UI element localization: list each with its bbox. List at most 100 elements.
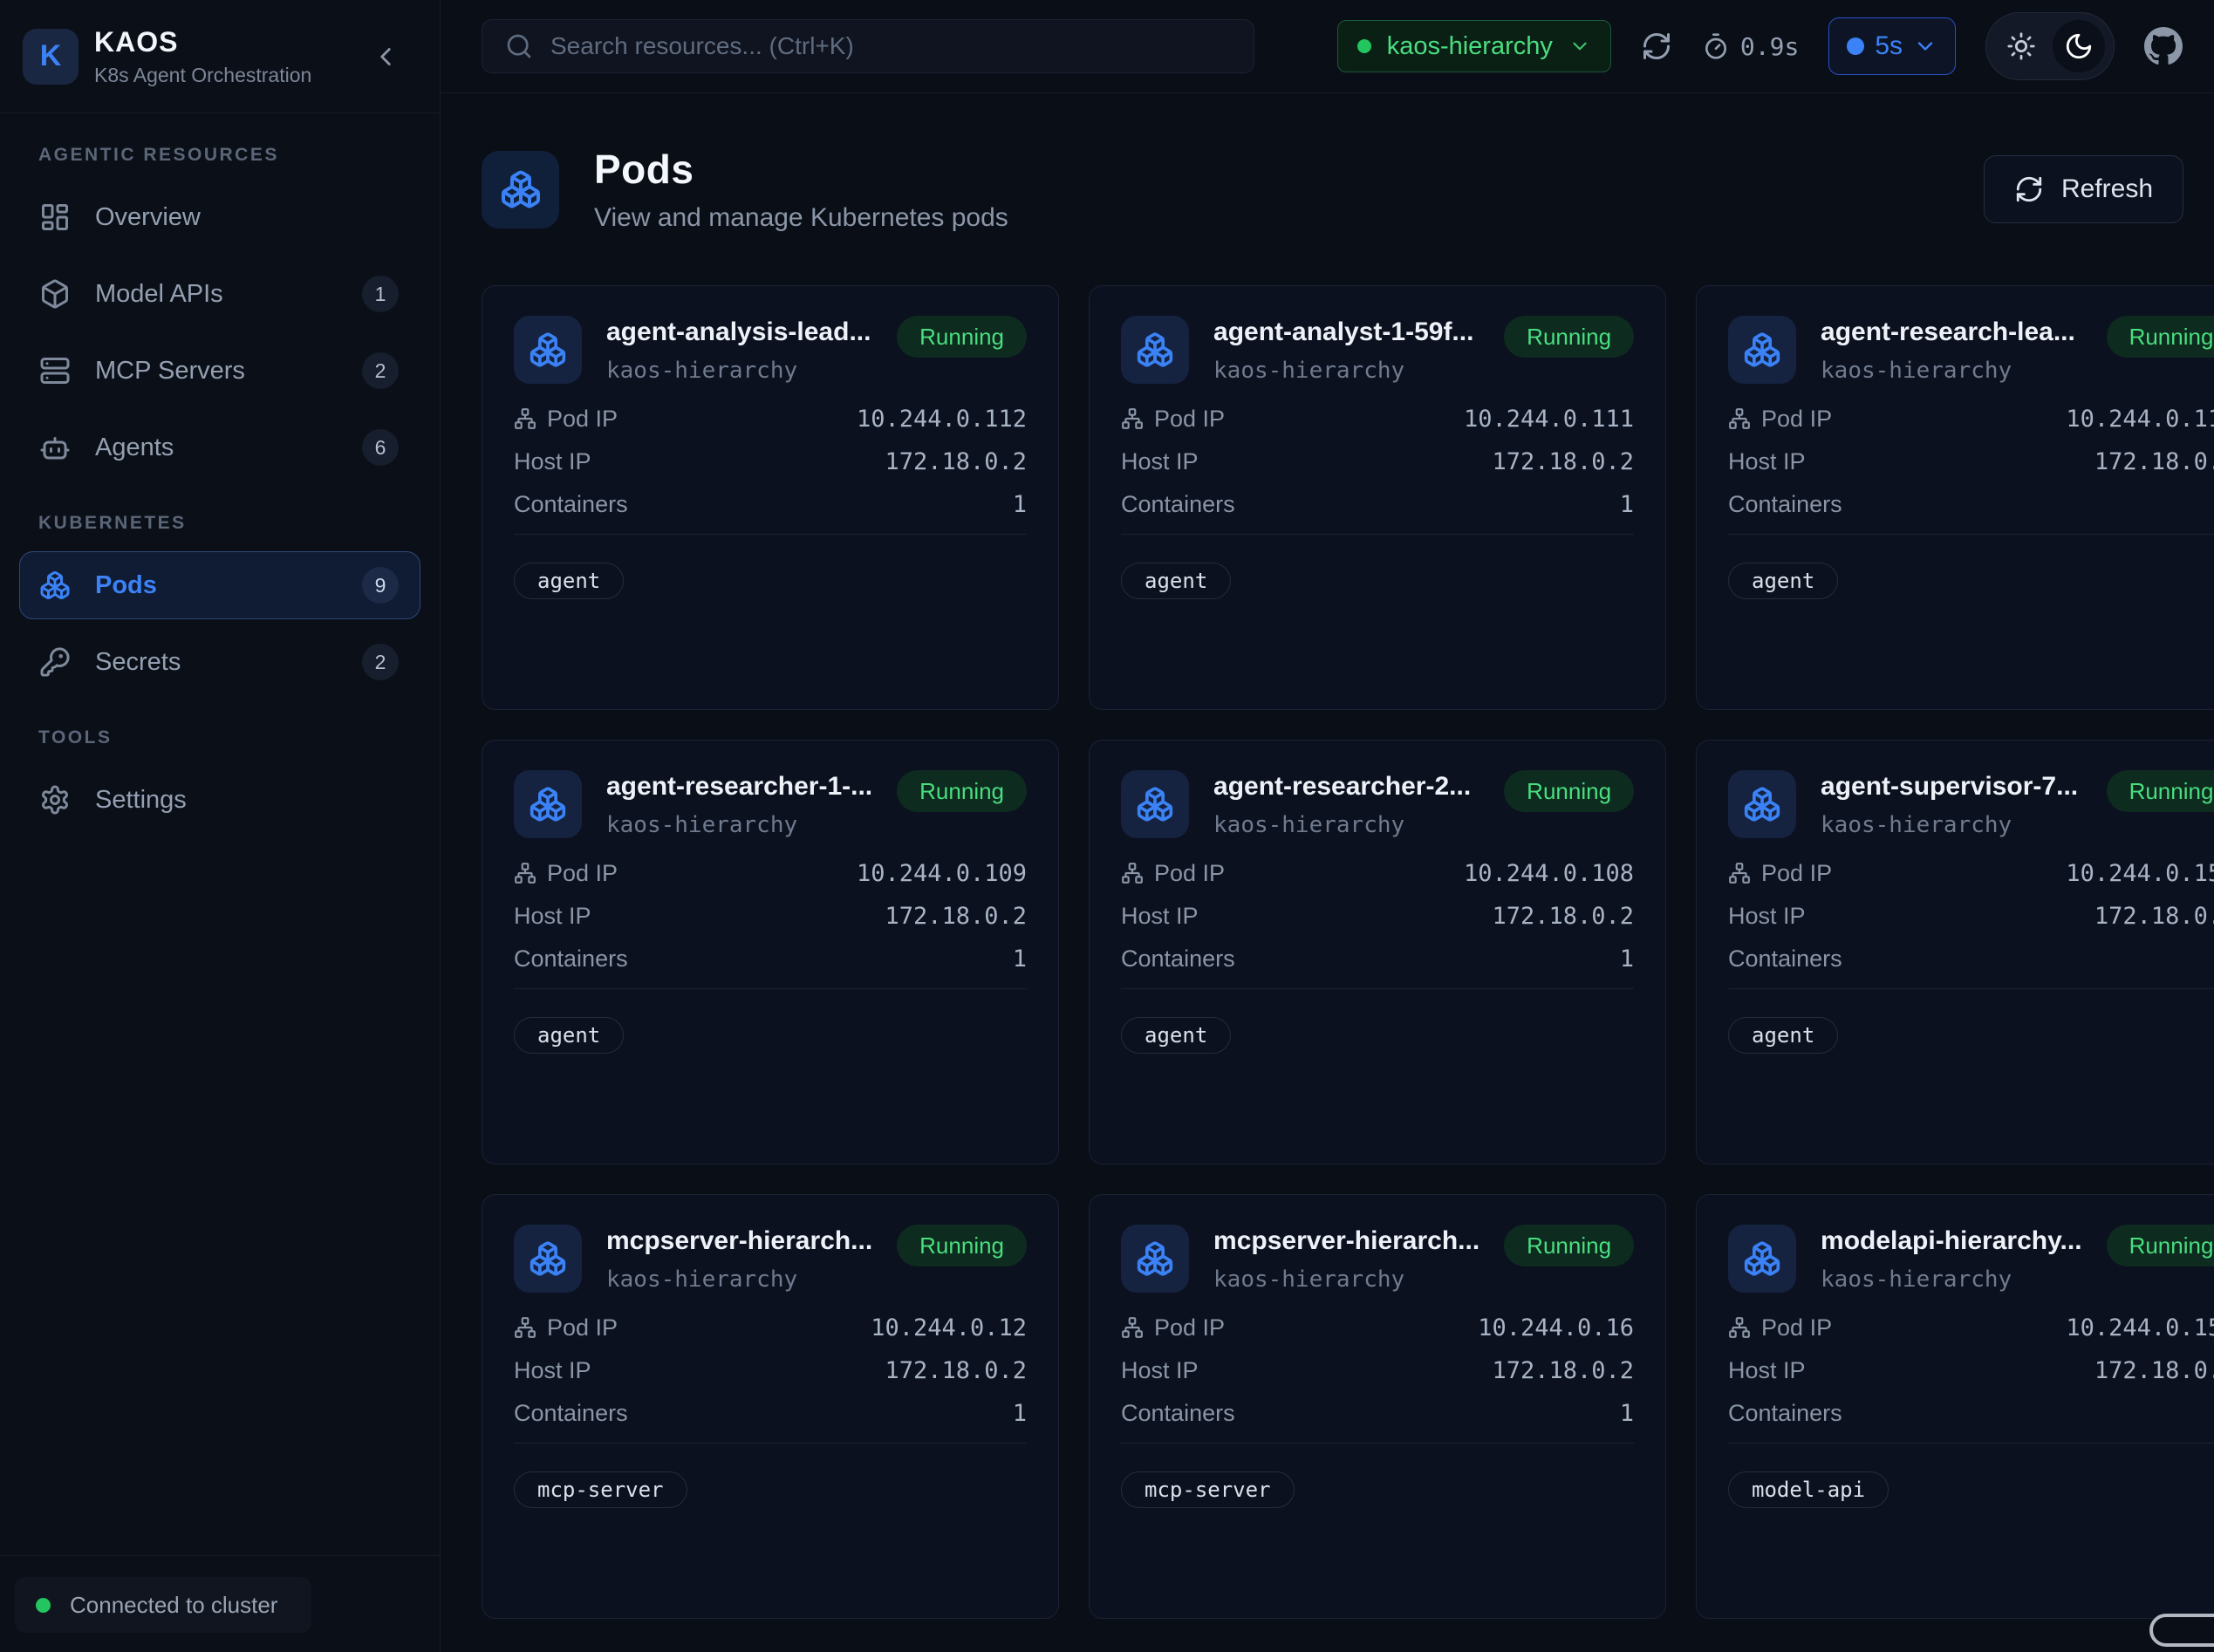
network-icon (514, 1316, 536, 1339)
dark-mode-button[interactable] (2053, 20, 2105, 72)
refresh-icon-button[interactable] (1641, 31, 1672, 62)
sidebar-item-label: Pods (95, 571, 157, 600)
count-badge: 2 (362, 644, 399, 680)
divider (1728, 534, 2214, 535)
connected-dot-icon (36, 1598, 51, 1613)
container-tag: agent (1728, 1017, 1838, 1054)
pod-namespace: kaos-hierarchy (1213, 1266, 1479, 1293)
container-tag: mcp-server (514, 1471, 687, 1508)
fetch-time: 0.9s (1702, 32, 1799, 61)
pod-ip-row: Pod IP 10.244.0.111 (1121, 406, 1634, 431)
sidebar-item-label: Overview (95, 203, 201, 232)
pod-card[interactable]: agent-researcher-1-... kaos-hierarchy Ru… (482, 740, 1059, 1164)
pod-ip-label: Pod IP (547, 860, 618, 887)
pod-name: mcpserver-hierarch... (606, 1226, 872, 1256)
github-link[interactable] (2144, 27, 2183, 65)
dashboard-icon (39, 201, 71, 233)
host-ip-label: Host IP (1728, 448, 1806, 475)
sidebar-collapse-button[interactable] (366, 38, 405, 76)
pod-ip-label: Pod IP (1761, 860, 1832, 887)
containers-label: Containers (514, 1400, 628, 1427)
host-ip-row: Host IP 172.18.0.2 (1121, 1358, 1634, 1382)
pod-name: agent-analysis-lead... (606, 317, 872, 347)
interval-dot-icon (1847, 38, 1864, 55)
pod-ip-value: 10.244.0.16 (1478, 1314, 1634, 1341)
pod-card[interactable]: modelapi-hierarchy... kaos-hierarchy Run… (1696, 1194, 2214, 1619)
containers-row: Containers 1 (1121, 1401, 1634, 1425)
chevron-left-icon (371, 42, 400, 72)
page-title: Pods (594, 146, 1008, 193)
divider (1728, 1443, 2214, 1444)
pod-ip-value: 10.244.0.155 (2066, 860, 2214, 887)
container-tag: mcp-server (1121, 1471, 1295, 1508)
host-ip-row: Host IP 172.18.0.2 (514, 1358, 1027, 1382)
divider (1121, 1443, 1634, 1444)
pod-card[interactable]: agent-research-lea... kaos-hierarchy Run… (1696, 285, 2214, 710)
host-ip-value: 172.18.0.2 (1492, 448, 1634, 475)
host-ip-value: 172.18.0.2 (2094, 1357, 2214, 1384)
containers-row: Containers 1 (1728, 1401, 2214, 1425)
pod-card[interactable]: mcpserver-hierarch... kaos-hierarchy Run… (482, 1194, 1059, 1619)
container-tag: agent (1121, 1017, 1231, 1054)
sidebar-item-settings[interactable]: Settings (19, 766, 420, 834)
sidebar-item-agents[interactable]: Agents 6 (19, 413, 420, 481)
status-badge: Running (897, 316, 1027, 358)
sidebar: K KAOS K8s Agent Orchestration AGENTIC R… (0, 0, 441, 1652)
pod-ip-row: Pod IP 10.244.0.109 (514, 861, 1027, 885)
containers-value: 1 (1620, 1400, 1634, 1427)
refresh-button[interactable]: Refresh (1984, 155, 2183, 223)
app-logo-letter: K (40, 39, 62, 73)
sidebar-item-model-apis[interactable]: Model APIs 1 (19, 260, 420, 328)
divider (514, 988, 1027, 989)
horizontal-scrollbar-thumb[interactable] (2149, 1614, 2214, 1647)
containers-label: Containers (1121, 491, 1235, 518)
pod-icon (1728, 1225, 1796, 1293)
sidebar-item-mcp-servers[interactable]: MCP Servers 2 (19, 337, 420, 405)
app-logo: K (23, 29, 79, 85)
divider (1728, 988, 2214, 989)
containers-row: Containers 1 (1121, 946, 1634, 971)
pod-card[interactable]: agent-researcher-2... kaos-hierarchy Run… (1089, 740, 1666, 1164)
pod-card[interactable]: agent-analyst-1-59f... kaos-hierarchy Ru… (1089, 285, 1666, 710)
sidebar-header: K KAOS K8s Agent Orchestration (0, 0, 440, 113)
boxes-icon (39, 570, 71, 601)
pod-namespace: kaos-hierarchy (1821, 1266, 2082, 1293)
pod-ip-label: Pod IP (1761, 406, 1832, 433)
host-ip-row: Host IP 172.18.0.2 (514, 449, 1027, 474)
network-icon (1728, 407, 1751, 430)
search-box[interactable] (482, 19, 1254, 73)
sidebar-item-overview[interactable]: Overview (19, 183, 420, 251)
main-column: kaos-hierarchy 0.9s (441, 0, 2214, 1652)
containers-row: Containers 1 (1728, 492, 2214, 516)
pod-card[interactable]: agent-supervisor-7... kaos-hierarchy Run… (1696, 740, 2214, 1164)
pod-ip-value: 10.244.0.108 (1464, 860, 1634, 887)
host-ip-value: 172.18.0.2 (2094, 448, 2214, 475)
pod-name: agent-researcher-2... (1213, 772, 1479, 802)
pod-ip-value: 10.244.0.154 (2066, 1314, 2214, 1341)
pod-icon (1121, 770, 1189, 838)
host-ip-label: Host IP (1728, 903, 1806, 930)
search-input[interactable] (550, 32, 1231, 60)
sidebar-item-secrets[interactable]: Secrets 2 (19, 628, 420, 696)
containers-value: 1 (1013, 945, 1027, 973)
sidebar-item-pods[interactable]: Pods 9 (19, 551, 420, 619)
status-badge: Running (897, 1225, 1027, 1266)
page-subtitle: View and manage Kubernetes pods (594, 203, 1008, 233)
light-mode-button[interactable] (1995, 20, 2047, 72)
network-icon (1728, 862, 1751, 884)
containers-value: 1 (1013, 491, 1027, 518)
pod-card[interactable]: mcpserver-hierarch... kaos-hierarchy Run… (1089, 1194, 1666, 1619)
status-badge: Running (2107, 770, 2214, 812)
pods-grid: agent-analysis-lead... kaos-hierarchy Ru… (482, 285, 2183, 1619)
network-icon (1728, 1316, 1751, 1339)
chevron-down-icon (1568, 35, 1591, 58)
pod-namespace: kaos-hierarchy (606, 1266, 872, 1293)
pod-ip-value: 10.244.0.110 (2066, 406, 2214, 433)
containers-value: 1 (1620, 491, 1634, 518)
containers-label: Containers (514, 945, 628, 973)
pod-card[interactable]: agent-analysis-lead... kaos-hierarchy Ru… (482, 285, 1059, 710)
refresh-interval-selector[interactable]: 5s (1828, 17, 1956, 75)
pod-name: agent-researcher-1-... (606, 772, 872, 802)
namespace-selector[interactable]: kaos-hierarchy (1337, 20, 1611, 72)
sun-icon (2006, 31, 2036, 61)
